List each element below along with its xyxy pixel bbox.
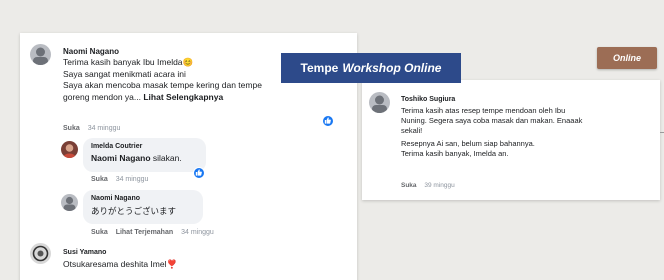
comment-line: Resepnya Ai san, belum siap bahannya. bbox=[401, 139, 535, 148]
comment-text: Otsukaresama deshita Imel❣️ bbox=[63, 259, 178, 269]
comment-author[interactable]: Naomi Nagano bbox=[63, 47, 119, 56]
comment-line: sekali! bbox=[401, 126, 423, 135]
like-button[interactable]: Suka bbox=[91, 229, 108, 236]
see-more-link[interactable]: Lihat Selengkapnya bbox=[143, 92, 223, 102]
comment-author[interactable]: Susi Yamano bbox=[63, 249, 106, 256]
avatar-toshiko[interactable] bbox=[369, 92, 390, 113]
timestamp[interactable]: 39 minggu bbox=[424, 182, 454, 189]
comment-text: Terima kasih banyak Ibu Imelda😊 Saya san… bbox=[63, 57, 262, 103]
like-button[interactable]: Suka bbox=[63, 125, 80, 132]
comment-line-end: goreng mendon ya... bbox=[63, 91, 141, 102]
comment-line: Saya sangat menikmati acara ini bbox=[63, 68, 186, 79]
avatar-naomi[interactable] bbox=[30, 44, 51, 65]
comment-meta: Suka Lihat Terjemahan 34 minggu bbox=[91, 229, 214, 236]
avatar-naomi[interactable] bbox=[61, 194, 78, 211]
avatar-imelda[interactable] bbox=[61, 141, 78, 158]
like-button[interactable]: Suka bbox=[91, 176, 108, 183]
comment-meta: Suka 34 minggu bbox=[63, 125, 120, 132]
reply-text: silakan. bbox=[152, 153, 182, 163]
comment-meta: Suka 39 minggu bbox=[401, 182, 455, 189]
comment-text: Naomi Nagano silakan. bbox=[91, 153, 182, 165]
comments-panel-right: Toshiko Sugiura Terima kasih atas resep … bbox=[362, 80, 660, 200]
comment-author[interactable]: Naomi Nagano bbox=[91, 195, 140, 202]
comment-line: Saya akan mencoba masak tempe kering dan… bbox=[63, 80, 262, 90]
see-translation-link[interactable]: Lihat Terjemahan bbox=[116, 229, 173, 236]
banner-title-plain: Tempe bbox=[300, 61, 339, 75]
mention-link[interactable]: Naomi Nagano bbox=[91, 153, 151, 163]
avatar-susi[interactable] bbox=[30, 243, 51, 264]
comment-line: Terima kasih atas resep tempe mendoan ol… bbox=[401, 106, 566, 115]
comment-line: Terima kasih banyak Ibu Imelda😊 bbox=[63, 57, 194, 67]
comment-author[interactable]: Toshiko Sugiura bbox=[401, 96, 455, 103]
timestamp[interactable]: 34 minggu bbox=[88, 125, 121, 132]
like-button[interactable]: Suka bbox=[401, 182, 417, 189]
comment-line: Terima kasih banyak, Imelda an. bbox=[401, 149, 509, 158]
comment-text: ありがとうございます bbox=[91, 206, 177, 216]
comment-text: Terima kasih atas resep tempe mendoan ol… bbox=[401, 106, 582, 159]
like-reaction-icon[interactable] bbox=[193, 167, 205, 179]
comment-line: goreng mendon ya... Lihat Selengkapnya bbox=[63, 92, 262, 104]
comment-author[interactable]: Imelda Coutrier bbox=[91, 143, 142, 150]
workshop-title-banner: Tempe Workshop Online bbox=[281, 53, 461, 83]
edge-marker bbox=[660, 132, 664, 133]
like-reaction-icon[interactable] bbox=[322, 115, 334, 127]
banner-title-italic: Workshop Online bbox=[342, 61, 442, 75]
online-button[interactable]: Online bbox=[597, 47, 657, 69]
timestamp[interactable]: 34 minggu bbox=[181, 229, 214, 236]
comment-meta: Suka 34 minggu bbox=[91, 176, 148, 183]
comment-line: Nuning. Segera saya coba masak dan makan… bbox=[401, 116, 583, 125]
timestamp[interactable]: 34 minggu bbox=[116, 176, 149, 183]
